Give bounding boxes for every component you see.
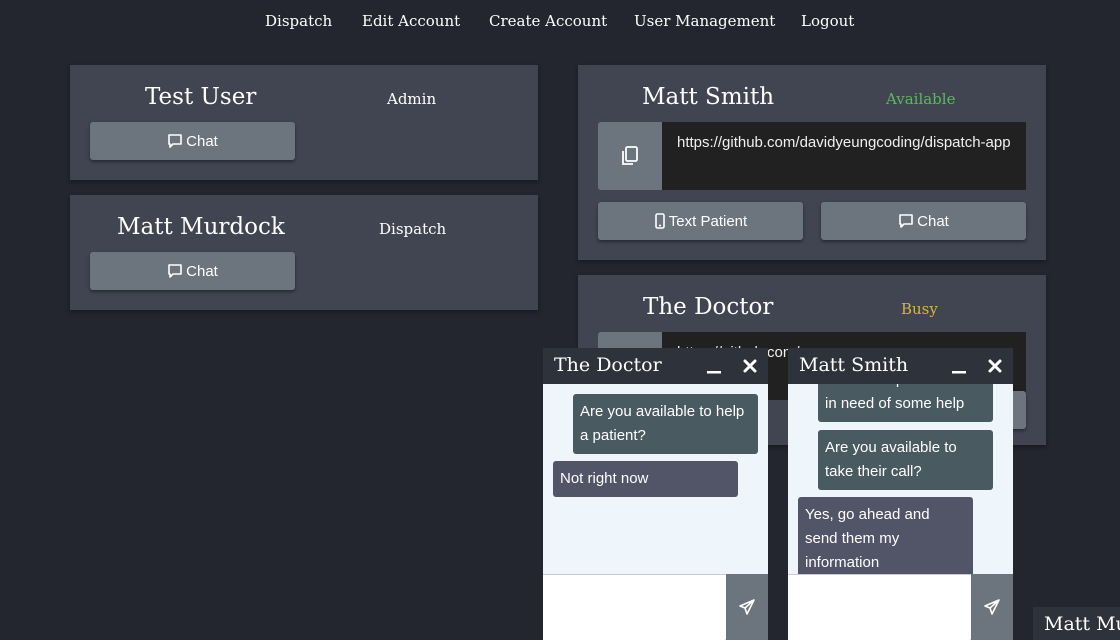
chat-button-label: Chat — [917, 212, 949, 230]
chat-button[interactable]: Chat — [90, 122, 295, 160]
top-nav: Dispatch Edit Account Create Account Use… — [0, 12, 1120, 36]
nav-user-management[interactable]: User Management — [634, 12, 775, 30]
chat-icon — [168, 134, 182, 148]
chat-button[interactable]: Chat — [821, 202, 1026, 240]
user-name: Matt Murdock — [117, 214, 285, 240]
chat-title: Matt Murdock — [1044, 613, 1120, 635]
chat-icon — [899, 214, 913, 228]
user-card: Test User Admin Chat — [70, 65, 538, 180]
nav-create-account[interactable]: Create Account — [489, 12, 607, 30]
user-role: Admin — [387, 90, 437, 108]
chat-window: The Doctor Are you available to help a p… — [543, 348, 768, 640]
minimize-icon[interactable] — [951, 360, 967, 376]
text-patient-button[interactable]: Text Patient — [598, 202, 803, 240]
copy-button[interactable] — [598, 122, 662, 190]
chat-message-received: Not right now — [553, 461, 738, 497]
chat-header: Matt Smith — [788, 348, 1013, 384]
chat-input[interactable] — [543, 574, 730, 640]
chat-window: Matt Smith There is a patient that is in… — [788, 348, 1013, 640]
nav-dispatch[interactable]: Dispatch — [265, 12, 332, 30]
chat-message-sent: Are you available to help a patient? — [573, 394, 758, 454]
text-patient-label: Text Patient — [668, 212, 748, 230]
send-icon — [984, 599, 1000, 615]
nav-edit-account[interactable]: Edit Account — [362, 12, 460, 30]
close-icon[interactable] — [742, 358, 758, 374]
user-name: Test User — [145, 84, 257, 110]
nav-logout[interactable]: Logout — [801, 12, 854, 30]
send-button[interactable] — [971, 574, 1013, 640]
chat-title: Matt Smith — [799, 354, 909, 376]
chat-messages[interactable]: Are you available to help a patient? Not… — [543, 384, 768, 574]
user-role: Dispatch — [379, 220, 447, 238]
status-badge: Busy — [901, 300, 938, 318]
link-field[interactable]: https://github.com/davidyeungcoding/disp… — [662, 122, 1026, 190]
chat-header: The Doctor — [543, 348, 768, 384]
chat-input[interactable] — [788, 574, 975, 640]
chat-button-label: Chat — [186, 262, 218, 280]
minimized-chat-tab[interactable]: Matt Murdock — [1033, 607, 1120, 640]
provider-card: Matt Smith Available https://github.com/… — [578, 65, 1046, 260]
provider-name: Matt Smith — [642, 84, 775, 110]
phone-icon — [654, 213, 665, 229]
chat-messages[interactable]: There is a patient that is in need of so… — [788, 384, 1013, 574]
provider-name: The Doctor — [643, 294, 774, 320]
user-card: Matt Murdock Dispatch Chat — [70, 195, 538, 310]
link-group: https://github.com/davidyeungcoding/disp… — [598, 122, 1026, 190]
send-button[interactable] — [726, 574, 768, 640]
chat-icon — [168, 264, 182, 278]
close-icon[interactable] — [987, 358, 1003, 374]
minimize-icon[interactable] — [706, 360, 722, 376]
chat-button[interactable]: Chat — [90, 252, 295, 290]
status-badge: Available — [886, 90, 956, 108]
copy-icon — [622, 146, 638, 165]
chat-message-sent: Are you available to take their call? — [818, 430, 993, 490]
chat-button-label: Chat — [186, 132, 218, 150]
chat-title: The Doctor — [554, 354, 662, 376]
send-icon — [739, 599, 755, 615]
chat-message-received: Yes, go ahead and send them my informati… — [798, 497, 973, 574]
chat-message-sent: There is a patient that is in need of so… — [818, 384, 993, 422]
